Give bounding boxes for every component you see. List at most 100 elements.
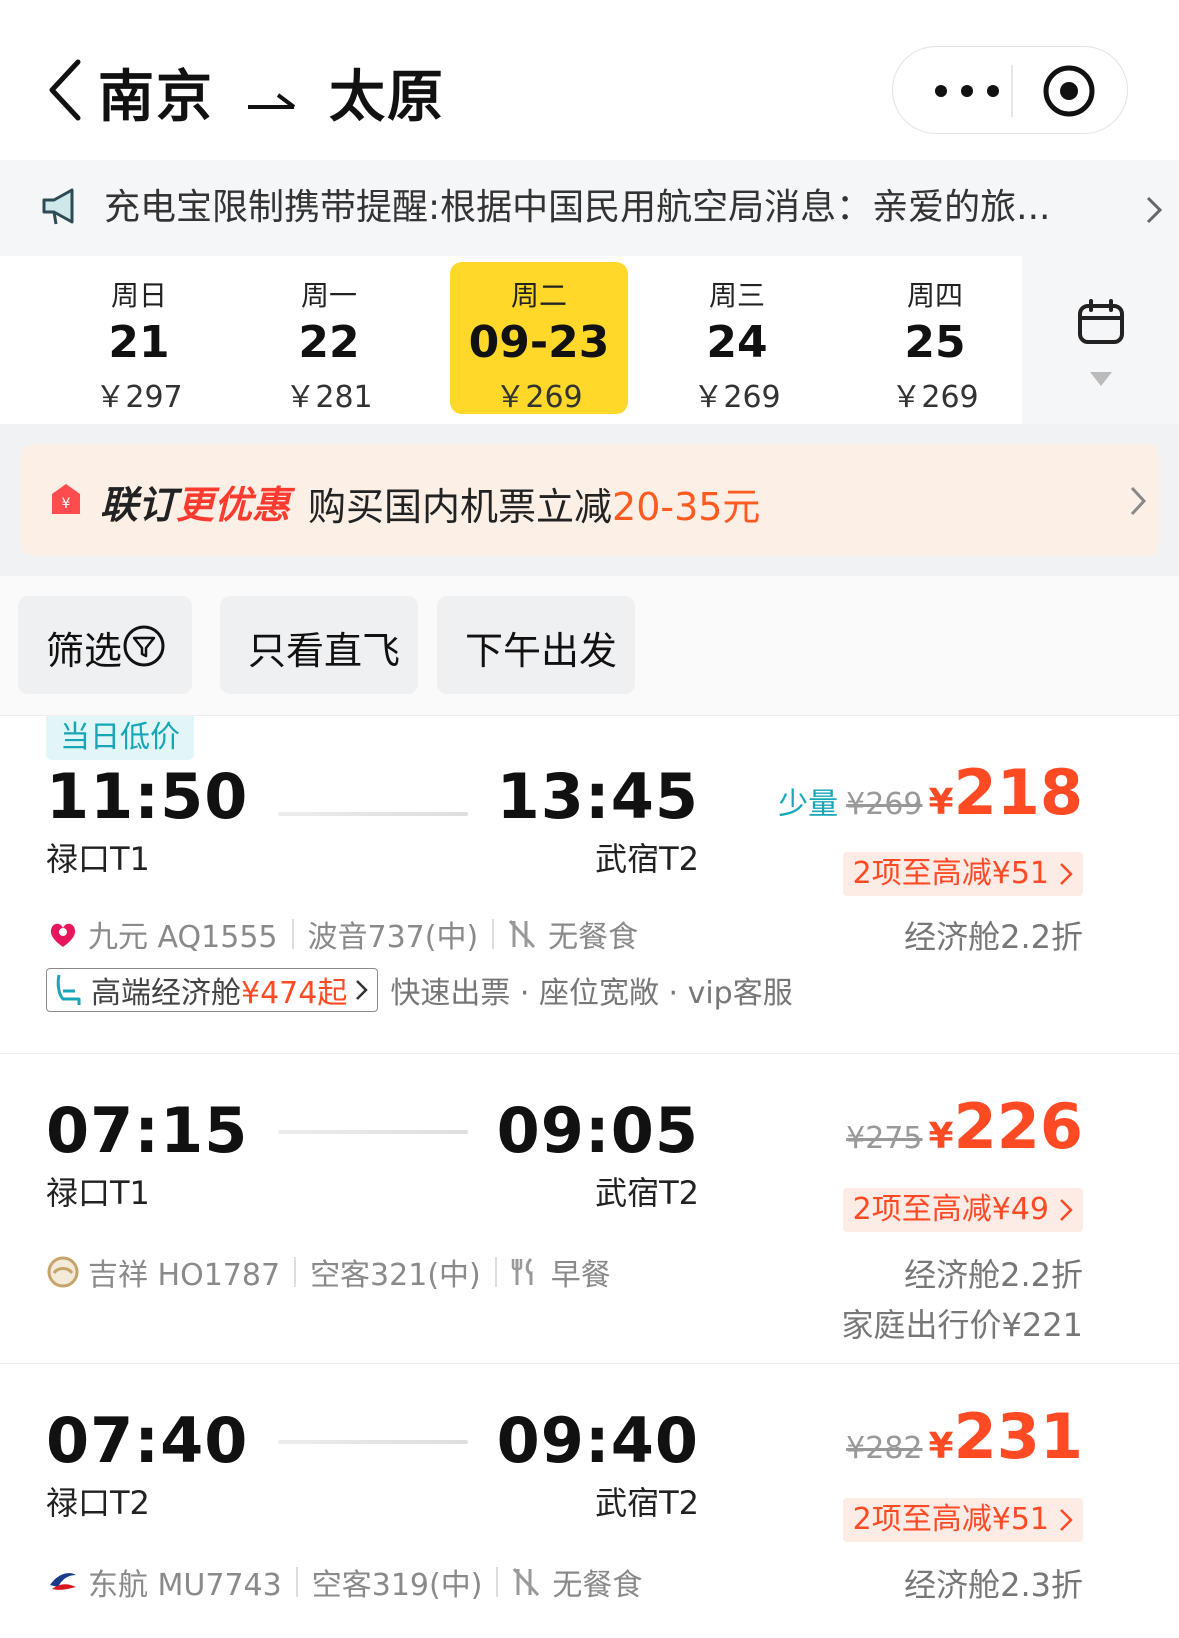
chevron-right-icon [1060, 863, 1073, 885]
airline-flight-number: 九元 AQ1555 [88, 920, 278, 955]
current-price: 218 [953, 756, 1083, 829]
arrival-time: 09:05 [496, 1094, 699, 1167]
mini-program-capsule [892, 46, 1128, 134]
divider [295, 1567, 298, 1597]
direct-filter-label: 只看直飞 [248, 629, 401, 673]
date-item[interactable]: 周日 21 ￥297 [50, 262, 228, 415]
date-day: 25 [904, 317, 966, 368]
caret-down-icon[interactable] [1090, 372, 1112, 386]
premium-economy-button[interactable]: 高端经济舱 ¥474起 [46, 968, 379, 1012]
arrival-time: 13:45 [496, 760, 699, 833]
meal-info: 早餐 [550, 1258, 611, 1293]
chevron-right-icon [1130, 486, 1147, 516]
currency-symbol: ¥ [928, 782, 954, 823]
chevron-right-icon [356, 980, 369, 1000]
promo-brand-a: 联订 [100, 483, 177, 527]
more-icon[interactable] [927, 71, 1007, 111]
limited-seats-label: 少量 [778, 787, 839, 822]
current-price: 231 [953, 1400, 1083, 1473]
discount-text: 2项至高减¥51 [852, 1502, 1049, 1537]
cabin-discount: 经济舱2.3折 [904, 1566, 1083, 1604]
price-row: ¥282 ¥231 [846, 1400, 1083, 1473]
premium-economy-label: 高端经济舱 [91, 976, 241, 1011]
date-price: ￥269 [891, 380, 979, 415]
discount-text: 2项至高减¥51 [852, 856, 1049, 891]
date-item[interactable]: 周三 24 ￥269 [648, 262, 826, 415]
flight-card[interactable]: 当日低价 11:50 禄口T1 13:45 武宿T2 少量 ¥269 ¥218 2项… [0, 716, 1179, 1054]
afternoon-filter[interactable]: 下午出发 [437, 596, 635, 694]
calendar-icon[interactable] [1076, 298, 1126, 348]
meal-icon [511, 1257, 533, 1285]
no-meal-icon [513, 1567, 540, 1597]
date-price: ￥269 [495, 380, 583, 415]
flight-card[interactable]: 07:40 禄口T2 09:40 武宿T2 ¥282 ¥231 2项至高减¥51 … [0, 1364, 1179, 1638]
filter-button[interactable]: 筛选 [18, 596, 192, 694]
notice-text: 充电宝限制携带提醒:根据中国民用航空局消息：亲爱的旅... [104, 187, 1051, 228]
close-target-icon[interactable] [1039, 61, 1099, 121]
promo-brand-b: 更优惠 [176, 483, 291, 527]
lowest-price-tag: 当日低价 [46, 716, 194, 760]
original-price: ¥275 [846, 1121, 923, 1156]
date-day: 09-23 [468, 317, 610, 368]
chevron-right-icon [1060, 1199, 1073, 1221]
currency-symbol: ¥ [928, 1116, 954, 1157]
discount-badge[interactable]: 2项至高减¥51 [842, 1498, 1083, 1542]
departure-terminal: 禄口T2 [46, 1484, 150, 1522]
date-item[interactable]: 周四 25 ￥269 [846, 262, 1024, 415]
date-price: ￥281 [285, 380, 373, 415]
currency-symbol: ¥ [928, 1426, 954, 1467]
date-weekday: 周四 [906, 279, 963, 312]
price-row: ¥275 ¥226 [846, 1090, 1083, 1163]
airline-flight-number: 东航 MU7743 [88, 1568, 282, 1603]
premium-upsell: 高端经济舱 ¥474起 快速出票 · 座位宽敞 · vip客服 [46, 968, 793, 1012]
promo-description: 购买国内机票立减20-35元 [308, 476, 760, 531]
promo-brand: 联订更优惠 [100, 474, 290, 529]
date-item[interactable]: 周一 22 ￥281 [240, 262, 418, 415]
flight-info: 东航 MU7743 空客319(中) 无餐食 [46, 1560, 642, 1604]
promo-desc-text: 购买国内机票立减 [308, 485, 613, 529]
date-day: 22 [298, 317, 360, 368]
route-title: 南京 太原 [98, 52, 445, 133]
notice-bar[interactable]: 充电宝限制携带提醒:根据中国民用航空局消息：亲爱的旅... [0, 160, 1179, 256]
chevron-right-icon [1060, 1509, 1073, 1531]
discount-badge[interactable]: 2项至高减¥51 [842, 852, 1083, 896]
original-price: ¥282 [846, 1431, 923, 1466]
departure-terminal: 禄口T1 [46, 1174, 150, 1212]
discount-text: 2项至高减¥49 [852, 1192, 1049, 1227]
date-price: ￥297 [95, 380, 183, 415]
departure-terminal: 禄口T1 [46, 840, 150, 878]
back-arrow-icon[interactable] [46, 58, 86, 122]
header: 南京 太原 [0, 0, 1179, 160]
date-weekday: 周二 [510, 279, 567, 312]
divider [492, 919, 495, 949]
discount-badge[interactable]: 2项至高减¥49 [842, 1188, 1083, 1232]
current-price: 226 [953, 1090, 1083, 1163]
premium-perks: 快速出票 · 座位宽敞 · vip客服 [390, 976, 793, 1011]
date-weekday: 周一 [300, 279, 357, 312]
flight-route-line [278, 1130, 468, 1134]
divider [496, 1567, 499, 1597]
promo-banner[interactable]: ¥ 联订更优惠 购买国内机票立减20-35元 [20, 444, 1160, 556]
chevron-right-icon [1146, 196, 1163, 224]
cabin-discount: 经济舱2.2折 [904, 918, 1083, 956]
aircraft-type: 空客319(中) [311, 1568, 483, 1603]
flight-route-line [278, 812, 468, 816]
promo-amount: 20-35元 [612, 485, 761, 529]
promo-section: ¥ 联订更优惠 购买国内机票立减20-35元 [0, 424, 1179, 576]
aircraft-type: 空客321(中) [310, 1258, 481, 1293]
megaphone-icon [42, 188, 74, 225]
departure-time: 11:50 [46, 760, 249, 833]
family-price: 家庭出行价¥221 [841, 1306, 1083, 1344]
juneyao-airline-logo-icon [47, 1256, 79, 1288]
flight-route-line [278, 1440, 468, 1444]
direct-flight-filter[interactable]: 只看直飞 [220, 596, 418, 694]
flight-card[interactable]: 07:15 禄口T1 09:05 武宿T2 ¥275 ¥226 2项至高减¥49 … [0, 1054, 1179, 1364]
divider [291, 919, 294, 949]
aircraft-type: 波音737(中) [307, 920, 479, 955]
flight-info: 九元 AQ1555 波音737(中) 无餐食 [46, 912, 638, 956]
date-item-selected[interactable]: 周二 09-23 ￥269 [450, 262, 628, 415]
jiuyuan-airline-logo-icon [50, 923, 76, 947]
divider [494, 1257, 497, 1287]
arrival-terminal: 武宿T2 [595, 1484, 699, 1522]
date-weekday: 周日 [110, 279, 167, 312]
